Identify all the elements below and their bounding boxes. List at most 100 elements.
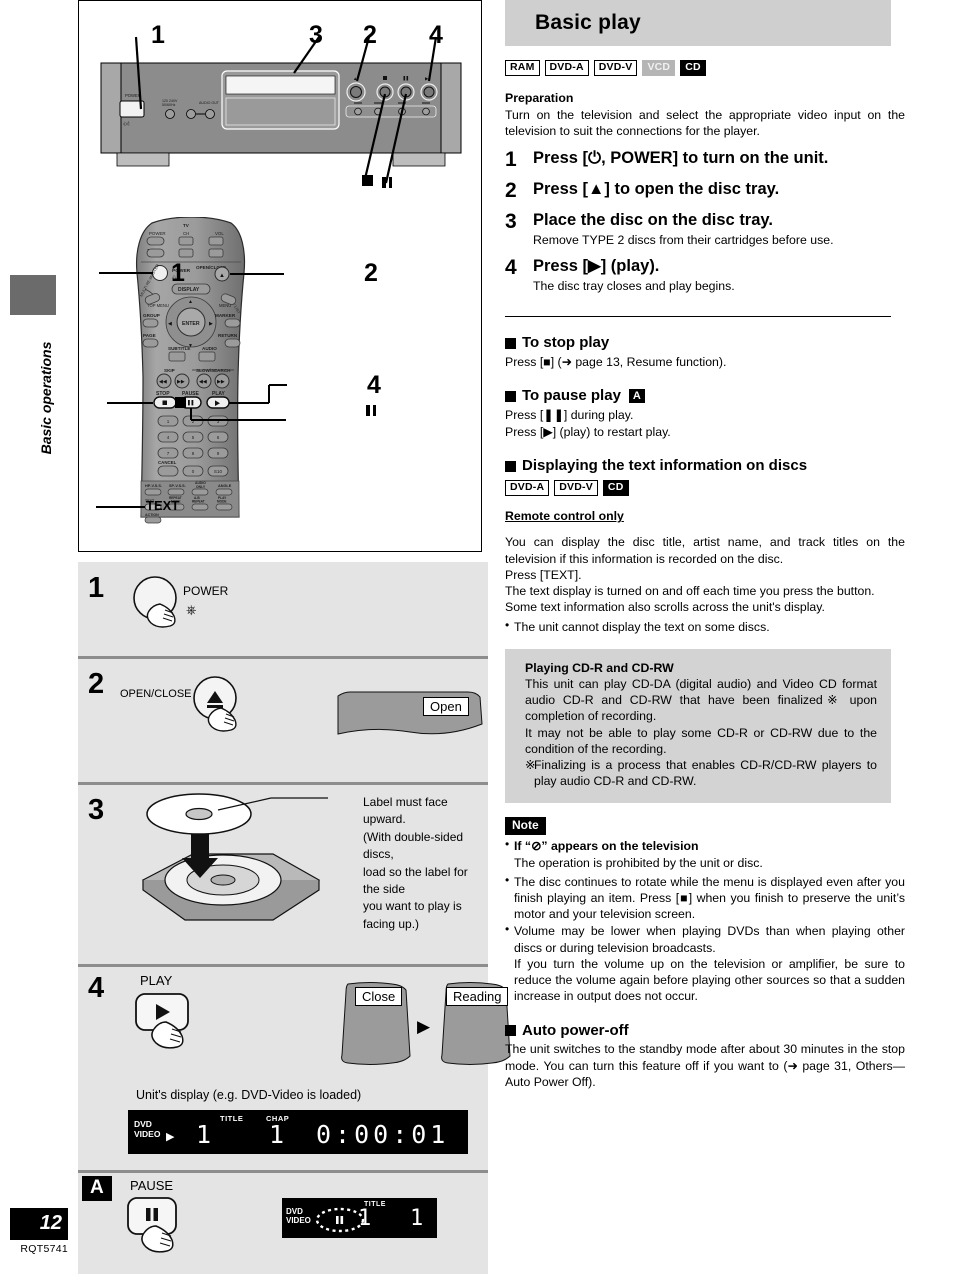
text-info-bullets: The unit cannot display the text on some… [505, 618, 905, 635]
list-item: If “⊘” appears on the television [505, 837, 905, 854]
svg-text:PLAY: PLAY [212, 391, 226, 397]
svg-text:REPEAT: REPEAT [192, 500, 205, 504]
front-panel-illustration: POWER 心/| 120 240V 50/60Hz AUDIO OUT ▲ ▶ [100, 36, 462, 184]
svg-text:AUDIO OUT: AUDIO OUT [199, 101, 220, 105]
pause-play-heading: To pause play [522, 387, 621, 405]
svg-text:◀◀: ◀◀ [159, 379, 167, 385]
text-info-para: You can display the disc title, artist n… [505, 535, 905, 566]
figure-box: POWER 心/| 120 240V 50/60Hz AUDIO OUT ▲ ▶… [78, 0, 482, 552]
note-bullets-2: The disc continues to rotate while the m… [505, 873, 905, 956]
svg-text:TV: TV [183, 223, 190, 228]
disc-badge-dvd-a: DVD-A [544, 60, 589, 77]
svg-text:ENTER: ENTER [182, 321, 200, 327]
svg-text:◀: ◀ [168, 321, 172, 327]
preparation-heading: Preparation [505, 91, 574, 106]
svg-text:1: 1 [167, 419, 170, 424]
numbered-step-3: 3 Place the disc on the disc tray. Remov… [505, 209, 905, 248]
svg-text:VOL: VOL [215, 231, 224, 236]
page-edge-tab: Basic operations 12 RQT5741 [0, 0, 78, 1274]
text-info-scroll-line: Some text information also scrolls acros… [505, 600, 825, 615]
page-title: Basic play [535, 11, 641, 35]
text-info-badge-row: DVD-A DVD-V CD [505, 480, 905, 497]
front-callout-2: 2 [363, 21, 377, 49]
step-4-number: 4 [505, 255, 517, 279]
front-callout-3: 3 [309, 21, 323, 49]
pause-lcd-disc-type-dvd: DVD [286, 1207, 303, 1216]
step3-caption-line4: you want to play is facing up.) [363, 899, 462, 931]
svg-text:8: 8 [192, 451, 195, 456]
text-badge-dvd-v: DVD-V [554, 480, 598, 497]
pause-play-line1: Press [❚❚] during play. [505, 407, 634, 422]
svg-text:SLOW/SEARCH: SLOW/SEARCH [196, 368, 231, 373]
svg-text:5: 5 [192, 435, 195, 440]
disc-badge-cd: CD [680, 60, 706, 77]
page-number-box: 12 [10, 1208, 68, 1240]
preparation-text: Turn on the television and select the ap… [505, 108, 905, 139]
step1-power-label: POWER [183, 584, 229, 598]
step2-eject-button-illustration [193, 676, 237, 732]
svg-text:MODE: MODE [217, 500, 227, 504]
lcd-disc-type-video: VIDEO [134, 1129, 161, 1139]
svg-text:STOP: STOP [156, 391, 170, 397]
front-stop-symbol-icon [362, 175, 373, 186]
disc-badge-row: RAM DVD-A DVD-V VCD CD [505, 60, 905, 77]
text-info-heading: Displaying the text information on discs [522, 457, 808, 475]
pause-button-label: PAUSE [130, 1178, 174, 1193]
svg-text:心/|: 心/| [123, 120, 129, 126]
remote-control-only-heading: Remote control only [505, 509, 624, 524]
svg-text:50/60Hz: 50/60Hz [162, 103, 176, 107]
remote-callout-2: 2 [364, 259, 378, 287]
svg-text:ANGLE: ANGLE [218, 484, 232, 488]
step-4-title: Press [▶] (play). [533, 256, 660, 275]
square-bullet-icon [505, 337, 516, 349]
step4-arrow-icon: ▶ [417, 1017, 431, 1036]
pause-lcd-disc-type-video: VIDEO [286, 1216, 311, 1225]
step-1-number: 1 [505, 147, 517, 171]
remote-callout-1: 1 [171, 259, 185, 287]
disc-badge-dvd-v: DVD-V [593, 60, 638, 77]
document-code: RQT5741 [20, 1243, 68, 1255]
cdrw-para-1: This unit can play CD-DA (digital audio)… [525, 677, 877, 724]
stop-play-heading: To stop play [522, 334, 610, 352]
svg-text:GROUP: GROUP [143, 313, 160, 318]
lcd-title-label: TITLE [220, 1114, 244, 1123]
illustrated-step-3-number: 3 [88, 794, 105, 826]
square-bullet-icon [505, 1024, 516, 1036]
step-2-title: Press [▲] to open the disc tray. [533, 179, 780, 198]
unit-display-caption: Unit's display (e.g. DVD-Video is loaded… [136, 1088, 362, 1102]
step3-caption-line1: Label must face upward. [363, 795, 448, 827]
section-label: Basic operations [38, 341, 54, 455]
svg-text:◀◀: ◀◀ [199, 379, 207, 385]
step-separator-4 [78, 1170, 488, 1173]
step-2-number: 2 [505, 178, 517, 202]
svg-text:▶▶: ▶▶ [177, 379, 185, 385]
step4-display-reading-text: Reading [446, 987, 509, 1006]
page-title-bar: Basic play [505, 0, 891, 46]
svg-text:CANCEL: CANCEL [158, 460, 177, 465]
illustrated-steps-panel: 1 POWER ⎈ 2 OPEN/CLOSE Open 3 Label must… [78, 562, 511, 1274]
svg-text:9: 9 [217, 451, 220, 456]
svg-text:S10: S10 [214, 469, 223, 474]
page-number: 12 [39, 1212, 62, 1234]
list-item: The disc continues to rotate while the m… [505, 873, 905, 923]
step2-display-open-text: Open [423, 697, 469, 716]
edge-marker-block [10, 275, 56, 315]
step-3-number: 3 [505, 209, 517, 233]
step3-caption-line2: (With double-sided discs, [363, 829, 464, 862]
auto-power-off-heading: Auto power-off [522, 1021, 629, 1039]
svg-text:6: 6 [217, 435, 220, 440]
disc-badge-ram: RAM [505, 60, 540, 77]
stop-play-text: Press [■] (➜ page 13, Resume function). [505, 354, 727, 369]
svg-text:SUBTITLE: SUBTITLE [168, 346, 190, 351]
remote-text-button-label: TEXT [146, 498, 180, 513]
note-bullet-1-bold: If “⊘” appears on the television [514, 839, 699, 854]
text-info-heading-row: Displaying the text information on discs [505, 456, 905, 476]
step-1-title: Press [⏻, POWER] to turn on the unit. [533, 148, 829, 167]
list-item: The unit cannot display the text on some… [505, 618, 905, 635]
numbered-step-1: 1 Press [⏻, POWER] to turn on the unit. [505, 147, 905, 171]
svg-text:7: 7 [167, 451, 170, 456]
cdrw-heading: Playing CD-R and CD-RW [525, 660, 674, 675]
text-info-toggle-line: The text display is turned on and off ea… [505, 584, 875, 599]
list-item: Volume may be lower when playing DVDs th… [505, 922, 905, 955]
pause-section-badge: A [82, 1176, 112, 1201]
